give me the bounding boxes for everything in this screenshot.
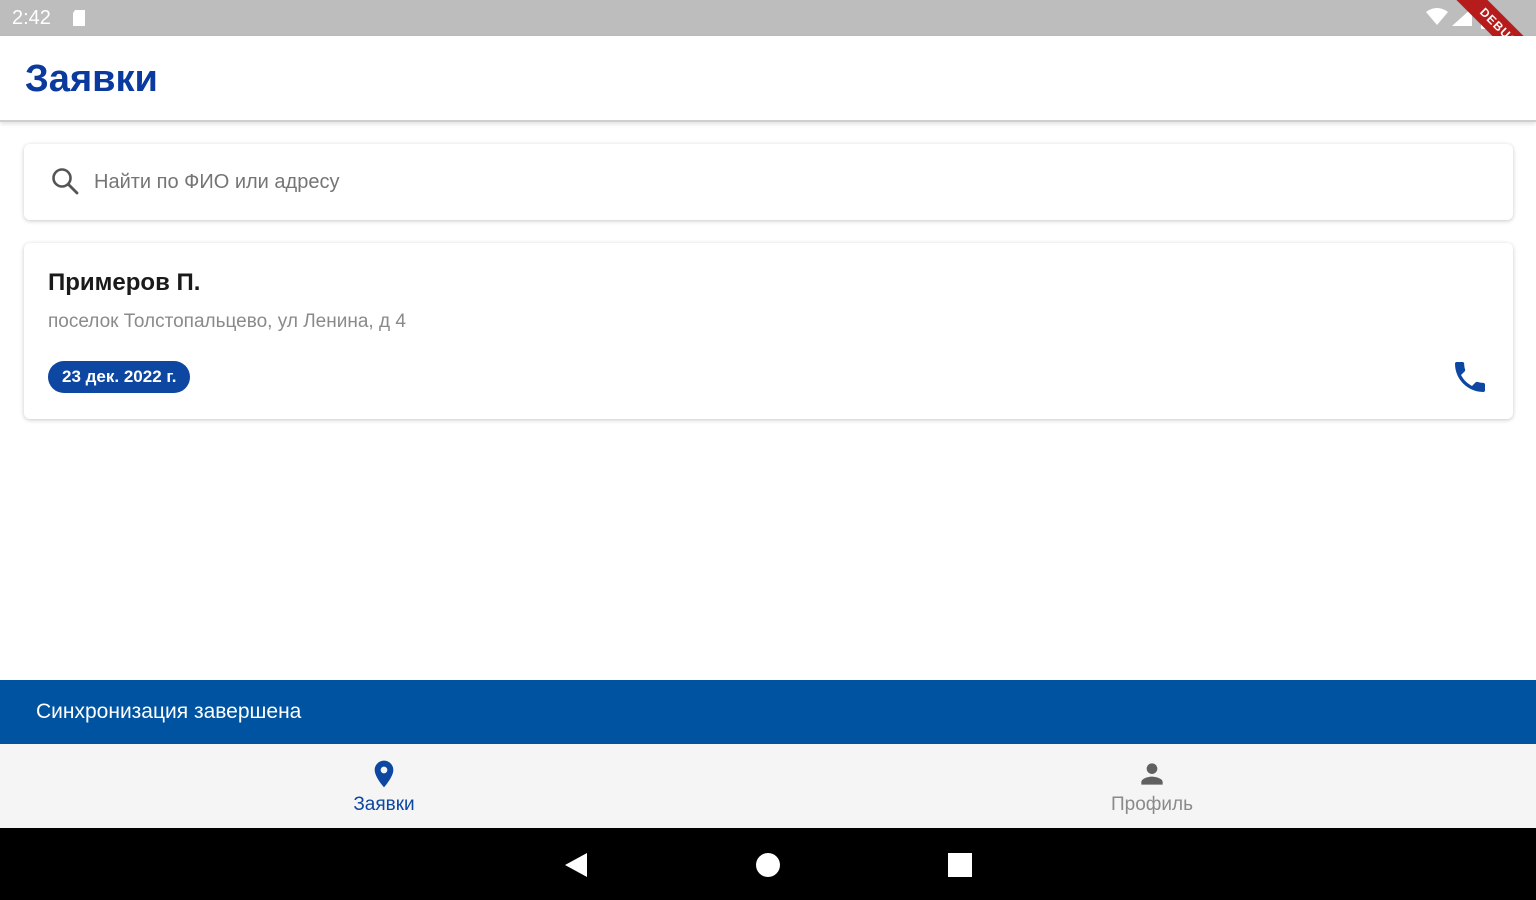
system-navigation-bar — [0, 828, 1536, 900]
phone-icon[interactable] — [1450, 357, 1490, 397]
recents-icon[interactable] — [945, 850, 975, 880]
nav-item-profile[interactable]: Профиль — [768, 744, 1536, 828]
request-client-name: Примеров П. — [48, 269, 201, 296]
request-address: поселок Толстопальцево, ул Ленина, д 4 — [48, 311, 406, 332]
nav-item-requests[interactable]: Заявки — [0, 744, 768, 828]
sd-card-icon — [73, 10, 85, 26]
date-badge: 23 дек. 2022 г. — [48, 361, 191, 393]
nav-label-requests: Заявки — [353, 794, 415, 815]
location-pin-icon — [374, 760, 394, 788]
back-icon[interactable] — [561, 850, 591, 880]
person-icon — [1141, 763, 1163, 785]
search-input[interactable] — [94, 160, 1474, 204]
page-title: Заявки — [25, 58, 158, 100]
request-card[interactable]: Примеров П. поселок Толстопальцево, ул Л… — [24, 243, 1513, 419]
wifi-icon — [1426, 8, 1448, 25]
search-bar[interactable] — [24, 144, 1513, 220]
search-icon — [52, 168, 79, 195]
home-icon[interactable] — [753, 850, 783, 880]
status-time: 2:42 — [12, 7, 51, 29]
bottom-navigation: Заявки Профиль — [0, 744, 1536, 828]
sync-snackbar: Синхронизация завершена — [0, 680, 1536, 744]
nav-label-profile: Профиль — [1110, 794, 1194, 815]
snackbar-message: Синхронизация завершена — [36, 700, 302, 723]
app-bar: Заявки — [0, 36, 1536, 122]
status-bar: 2:42 DEBUG — [0, 0, 1536, 36]
